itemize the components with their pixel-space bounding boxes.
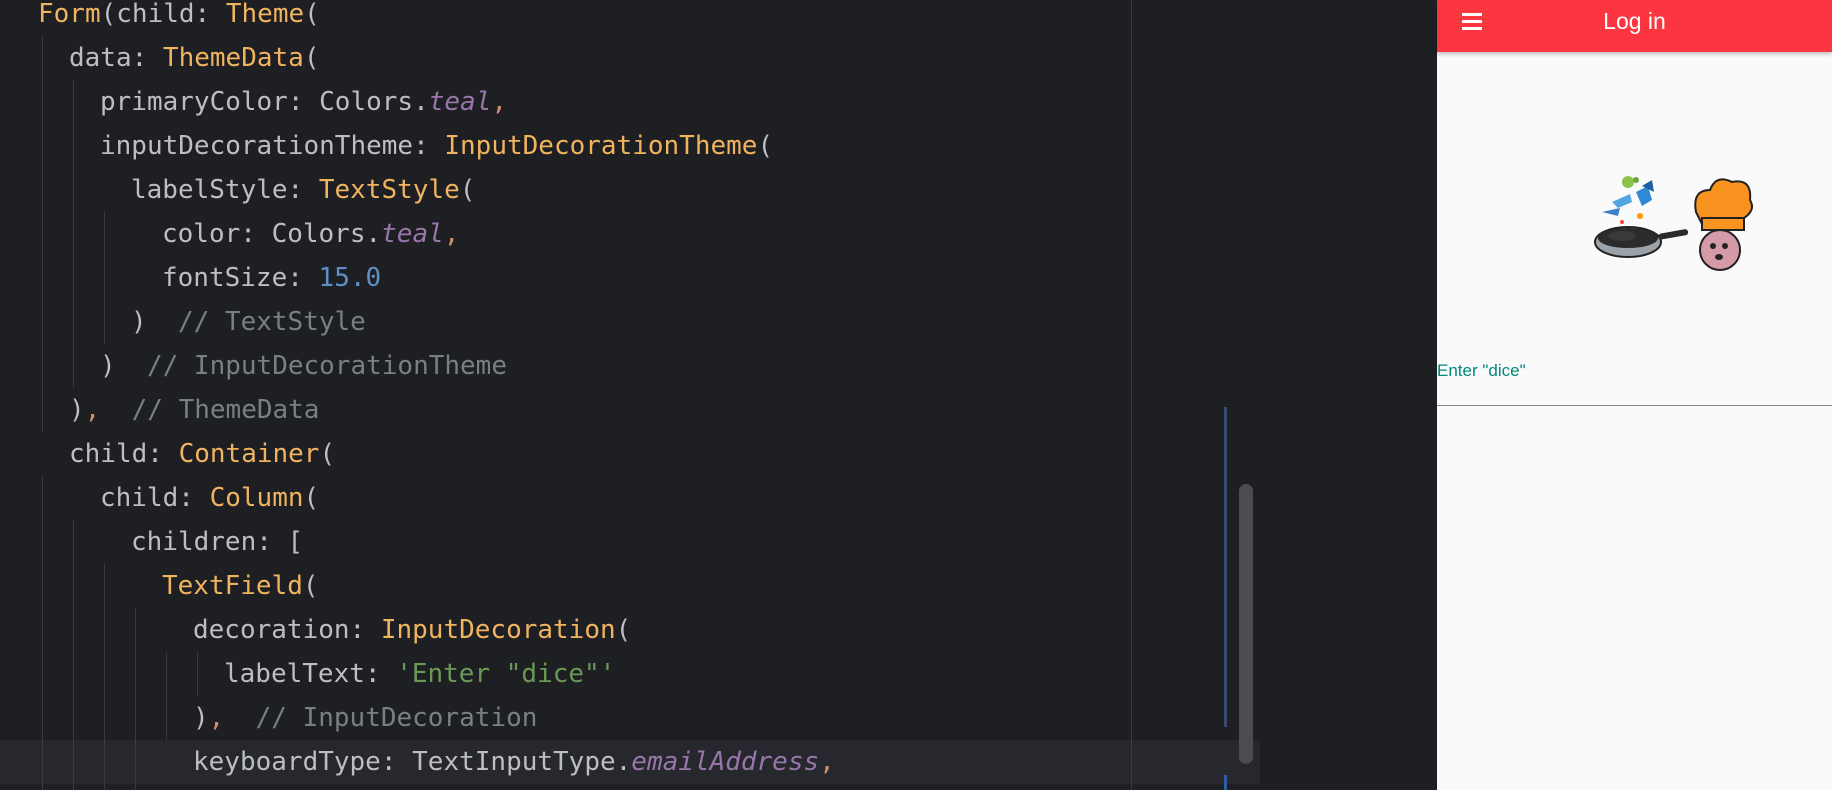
indent-guide (135, 608, 136, 790)
code-token: emailAddress (631, 747, 820, 777)
device-preview: Log in Enter "dice" (1437, 0, 1832, 790)
code-token: , (208, 703, 225, 733)
indent-guide (104, 564, 105, 790)
code-line[interactable]: child: Container( (0, 432, 1260, 476)
app-bar: Log in (1437, 0, 1832, 52)
code-token: // InputDecorationTheme (115, 351, 507, 381)
code-token: ( (615, 615, 632, 645)
indent-guide (42, 36, 43, 432)
code-token: color: Colors. (162, 219, 382, 249)
code-token: ) (193, 703, 209, 733)
code-token: 15.0 (318, 263, 382, 293)
code-editor[interactable]: Form(child: Theme(data: ThemeData(primar… (0, 0, 1437, 790)
code-line[interactable]: ), // InputDecoration (0, 696, 1260, 740)
code-line[interactable]: inputDecorationTheme: InputDecorationThe… (0, 124, 1260, 168)
code-token: ThemeData (162, 43, 304, 73)
code-token: Theme (225, 0, 305, 29)
code-line[interactable]: primaryColor: Colors.teal, (0, 80, 1260, 124)
scroll-change-marker (1224, 407, 1227, 727)
field-underline (1437, 405, 1832, 406)
dice-text-field[interactable]: Enter "dice" (1437, 352, 1832, 406)
indent-guide (166, 652, 167, 740)
code-line[interactable]: fontSize: 15.0 (0, 256, 1260, 300)
code-token: , (819, 747, 835, 777)
code-token: ) (131, 307, 147, 337)
code-token: ( (303, 483, 320, 513)
code-token: ) (100, 351, 116, 381)
code-token: // TextStyle (146, 307, 366, 337)
code-token: teal (428, 87, 492, 117)
code-token: ( (459, 175, 476, 205)
code-token: decoration: (193, 615, 381, 645)
code-token: ( (304, 0, 320, 29)
code-token: Form (38, 0, 101, 29)
code-token: ( (302, 571, 319, 601)
indent-guide (42, 476, 43, 790)
code-token: keyboardType: TextInputType. (193, 747, 632, 777)
code-token: , (491, 87, 508, 117)
code-token: Container (178, 439, 320, 469)
code-line[interactable]: TextField( (0, 564, 1260, 608)
code-token: children: [ (131, 527, 304, 557)
code-token: InputDecorationTheme (444, 131, 758, 161)
code-token: // ThemeData (100, 395, 320, 425)
code-token: teal (381, 219, 444, 249)
code-line[interactable]: labelStyle: TextStyle( (0, 168, 1260, 212)
code-token: ( (100, 0, 117, 29)
code-token: Column (209, 483, 304, 513)
code-token: data: (69, 43, 163, 73)
code-line[interactable]: ) // InputDecorationTheme (0, 344, 1260, 388)
editor-scrollbar-thumb[interactable] (1239, 484, 1253, 764)
indent-guide (73, 520, 74, 790)
scroll-change-marker-bottom (1224, 775, 1227, 790)
code-token: ( (303, 43, 320, 73)
code-token: child: (100, 483, 210, 513)
code-token: labelText: (224, 659, 397, 689)
indent-guide (104, 212, 105, 344)
code-token: child: (69, 439, 179, 469)
code-token: TextStyle (318, 175, 460, 205)
indent-guide (73, 80, 74, 388)
code-token: fontSize: (162, 263, 319, 293)
code-line[interactable]: ), // ThemeData (0, 388, 1260, 432)
code-token: TextField (162, 571, 303, 601)
code-line[interactable]: children: [ (0, 520, 1260, 564)
code-token: , (84, 395, 101, 425)
field-label: Enter "dice" (1437, 361, 1526, 380)
cooking-mascot-illustration (1594, 176, 1753, 271)
code-token: inputDecorationTheme: (100, 131, 445, 161)
code-token: child: (116, 0, 226, 29)
code-token: 'Enter "dice"' (396, 659, 616, 689)
code-token: InputDecoration (380, 615, 616, 645)
code-token: primaryColor: Colors. (100, 87, 429, 117)
code-line[interactable]: decoration: InputDecoration( (0, 608, 1260, 652)
code-token: ( (319, 439, 336, 469)
app-bar-title: Log in (1603, 8, 1666, 34)
code-line[interactable]: ) // TextStyle (0, 300, 1260, 344)
code-token: , (443, 219, 460, 249)
code-line[interactable]: labelText: 'Enter "dice"' (0, 652, 1260, 696)
code-line[interactable]: Form(child: Theme( (0, 0, 1260, 36)
code-token: // InputDecoration (224, 703, 538, 733)
code-line[interactable]: child: Column( (0, 476, 1260, 520)
indent-guide (197, 652, 198, 696)
code-line[interactable]: data: ThemeData( (0, 36, 1260, 80)
code-token: labelStyle: (131, 175, 319, 205)
code-line[interactable]: keyboardType: TextInputType.emailAddress… (0, 740, 1260, 784)
code-token: ) (69, 395, 85, 425)
right-margin-guide (1131, 0, 1132, 790)
code-token: ( (757, 131, 774, 161)
code-line[interactable]: color: Colors.teal, (0, 212, 1260, 256)
